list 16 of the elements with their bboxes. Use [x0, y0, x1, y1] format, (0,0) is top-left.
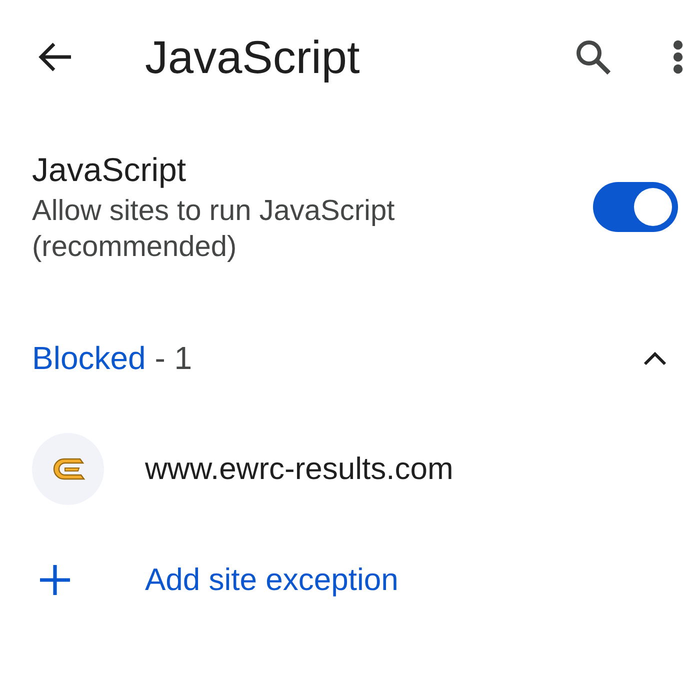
- plus-icon[interactable]: [40, 565, 70, 595]
- section-heading[interactable]: Blocked - 1: [32, 338, 643, 378]
- add-site-exception-button[interactable]: Add site exception: [145, 560, 398, 600]
- setting-title: JavaScript: [32, 150, 188, 190]
- more-menu-icon: [673, 40, 683, 74]
- more-button[interactable]: [673, 40, 683, 74]
- site-url[interactable]: www.ewrc-results.com: [145, 449, 454, 489]
- page-title: JavaScript: [145, 30, 361, 85]
- toggle-switch[interactable]: [593, 182, 678, 232]
- back-arrow-icon: [38, 42, 72, 72]
- back-button[interactable]: [38, 42, 72, 72]
- chevron-up-icon[interactable]: [643, 350, 667, 366]
- setting-description: Allow sites to run JavaScript (recommended): [32, 194, 396, 265]
- search-button[interactable]: [575, 39, 611, 75]
- search-icon: [575, 39, 611, 75]
- site-logo-icon: [32, 433, 104, 505]
